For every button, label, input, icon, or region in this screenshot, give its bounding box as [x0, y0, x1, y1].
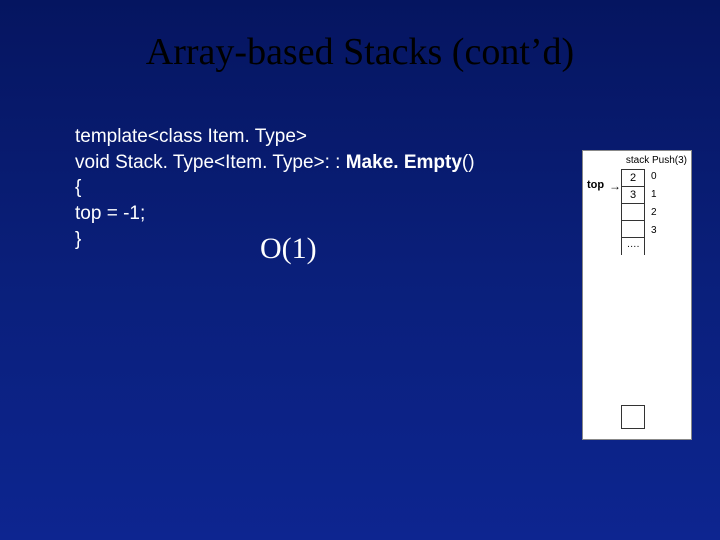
stack-diagram: stack Push(3) top → 2 3 …. 0 1 2 3 — [582, 150, 692, 440]
code-line-2c: () — [462, 152, 475, 173]
stack-cell: 3 — [621, 186, 645, 204]
ellipsis: …. — [621, 237, 645, 255]
code-line-1: template<class Item. Type> — [75, 124, 720, 150]
stack-cell: 2 — [621, 169, 645, 187]
code-line-2a: void Stack. Type<Item. Type>: : — [75, 152, 346, 173]
stack-cells: 2 3 …. — [621, 169, 645, 255]
stack-cell — [621, 220, 645, 238]
index-label: 1 — [651, 189, 657, 200]
complexity-label: O(1) — [260, 232, 317, 266]
slide-title: Array-based Stacks (cont’d) — [0, 0, 720, 124]
arrow-icon: → — [609, 179, 621, 193]
top-label: top — [587, 179, 604, 191]
index-label: 3 — [651, 225, 657, 236]
code-line-2b: Make. Empty — [346, 152, 462, 173]
stack-cell — [621, 203, 645, 221]
index-label: 2 — [651, 207, 657, 218]
diagram-caption: stack Push(3) — [626, 155, 687, 166]
index-label: 0 — [651, 171, 657, 182]
stack-bottom-cell — [621, 405, 645, 429]
